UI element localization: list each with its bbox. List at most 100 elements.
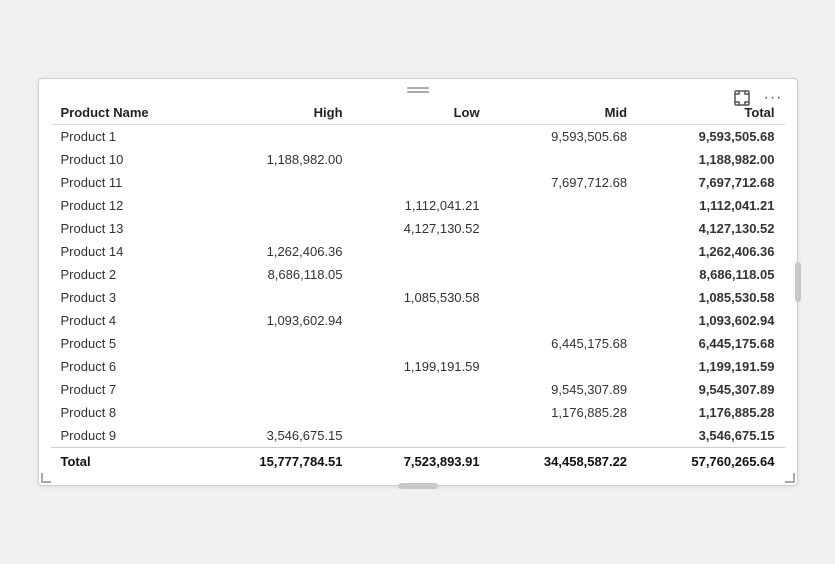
cell-product-name: Product 11 <box>51 171 206 194</box>
cell-value <box>205 401 352 424</box>
cell-value <box>205 125 352 149</box>
cell-product-name: Product 14 <box>51 240 206 263</box>
resize-handle-bottom[interactable] <box>398 483 438 489</box>
cell-total: 1,176,885.28 <box>637 401 784 424</box>
cell-value <box>205 332 352 355</box>
cell-value: 7,697,712.68 <box>490 171 637 194</box>
resize-handle-corner-br[interactable] <box>785 473 795 483</box>
cell-value <box>353 171 490 194</box>
cell-value <box>490 240 637 263</box>
expand-button[interactable] <box>730 88 754 108</box>
cell-value <box>353 240 490 263</box>
col-header-product-name: Product Name <box>51 99 206 125</box>
total-value: 15,777,784.51 <box>205 448 352 474</box>
table-row: Product 101,188,982.001,188,982.00 <box>51 148 785 171</box>
cell-product-name: Product 2 <box>51 263 206 286</box>
cell-product-name: Product 7 <box>51 378 206 401</box>
table-row: Product 141,262,406.361,262,406.36 <box>51 240 785 263</box>
table-row: Product 5 6,445,175.686,445,175.68 <box>51 332 785 355</box>
cell-value <box>205 217 352 240</box>
cell-total: 6,445,175.68 <box>637 332 784 355</box>
data-table: Product Name High Low Mid Total Product … <box>51 99 785 473</box>
cell-value: 1,188,982.00 <box>205 148 352 171</box>
cell-value <box>205 171 352 194</box>
table-row: Product 81,176,885.281,176,885.28 <box>51 401 785 424</box>
resize-handle-right[interactable] <box>795 262 801 302</box>
cell-value <box>353 263 490 286</box>
cell-total: 7,697,712.68 <box>637 171 784 194</box>
cell-total: 1,188,982.00 <box>637 148 784 171</box>
cell-value <box>490 194 637 217</box>
cell-value <box>353 309 490 332</box>
cell-total: 1,085,530.58 <box>637 286 784 309</box>
cell-product-name: Product 10 <box>51 148 206 171</box>
cell-value <box>353 332 490 355</box>
resize-handle-corner-bl[interactable] <box>41 473 51 483</box>
cell-value: 1,093,602.94 <box>205 309 352 332</box>
more-options-button[interactable]: ··· <box>760 87 787 109</box>
cell-total: 1,112,041.21 <box>637 194 784 217</box>
table-header-row: Product Name High Low Mid Total <box>51 99 785 125</box>
widget-header: ··· <box>39 79 797 99</box>
cell-value <box>205 355 352 378</box>
cell-value <box>353 148 490 171</box>
col-header-mid: Mid <box>490 99 637 125</box>
header-actions: ··· <box>730 87 787 109</box>
cell-product-name: Product 12 <box>51 194 206 217</box>
cell-value: 8,686,118.05 <box>205 263 352 286</box>
cell-total: 3,546,675.15 <box>637 424 784 448</box>
table-row: Product 11 7,697,712.687,697,712.68 <box>51 171 785 194</box>
widget-panel: ··· Product Name High Low Mid Total Prod… <box>38 78 798 486</box>
cell-value: 6,445,175.68 <box>490 332 637 355</box>
cell-value: 9,545,307.89 <box>490 378 637 401</box>
ellipsis-icon: ··· <box>764 89 783 107</box>
total-label: Total <box>51 448 206 474</box>
cell-value <box>490 286 637 309</box>
cell-value <box>205 378 352 401</box>
cell-value <box>353 401 490 424</box>
cell-value: 4,127,130.52 <box>353 217 490 240</box>
cell-total: 1,262,406.36 <box>637 240 784 263</box>
cell-value: 1,262,406.36 <box>205 240 352 263</box>
cell-value <box>353 125 490 149</box>
cell-value: 9,593,505.68 <box>490 125 637 149</box>
table-row: Product 93,546,675.153,546,675.15 <box>51 424 785 448</box>
expand-icon <box>734 90 750 106</box>
cell-product-name: Product 3 <box>51 286 206 309</box>
cell-value <box>353 378 490 401</box>
cell-product-name: Product 4 <box>51 309 206 332</box>
drag-handle[interactable] <box>407 87 429 93</box>
table-row: Product 1 9,593,505.689,593,505.68 <box>51 125 785 149</box>
cell-product-name: Product 1 <box>51 125 206 149</box>
cell-value <box>353 424 490 448</box>
cell-value <box>490 309 637 332</box>
cell-product-name: Product 6 <box>51 355 206 378</box>
cell-value: 1,176,885.28 <box>490 401 637 424</box>
table-row: Product 7 9,545,307.899,545,307.89 <box>51 378 785 401</box>
col-header-low: Low <box>353 99 490 125</box>
cell-total: 9,545,307.89 <box>637 378 784 401</box>
table-row: Product 13 4,127,130.52 4,127,130.52 <box>51 217 785 240</box>
total-value: 57,760,265.64 <box>637 448 784 474</box>
cell-total: 1,199,191.59 <box>637 355 784 378</box>
cell-product-name: Product 13 <box>51 217 206 240</box>
cell-total: 4,127,130.52 <box>637 217 784 240</box>
total-value: 7,523,893.91 <box>353 448 490 474</box>
total-row: Total15,777,784.517,523,893.9134,458,587… <box>51 448 785 474</box>
cell-total: 8,686,118.05 <box>637 263 784 286</box>
cell-value: 1,085,530.58 <box>353 286 490 309</box>
cell-value: 1,112,041.21 <box>353 194 490 217</box>
cell-product-name: Product 5 <box>51 332 206 355</box>
table-row: Product 41,093,602.941,093,602.94 <box>51 309 785 332</box>
table-row: Product 28,686,118.058,686,118.05 <box>51 263 785 286</box>
table-row: Product 61,199,191.591,199,191.59 <box>51 355 785 378</box>
cell-value <box>490 424 637 448</box>
table-row: Product 3 1,085,530.58 1,085,530.58 <box>51 286 785 309</box>
table-row: Product 12 1,112,041.21 1,112,041.21 <box>51 194 785 217</box>
cell-value <box>205 286 352 309</box>
cell-product-name: Product 9 <box>51 424 206 448</box>
table-wrapper: Product Name High Low Mid Total Product … <box>39 99 797 485</box>
cell-total: 9,593,505.68 <box>637 125 784 149</box>
cell-value <box>490 355 637 378</box>
col-header-high: High <box>205 99 352 125</box>
